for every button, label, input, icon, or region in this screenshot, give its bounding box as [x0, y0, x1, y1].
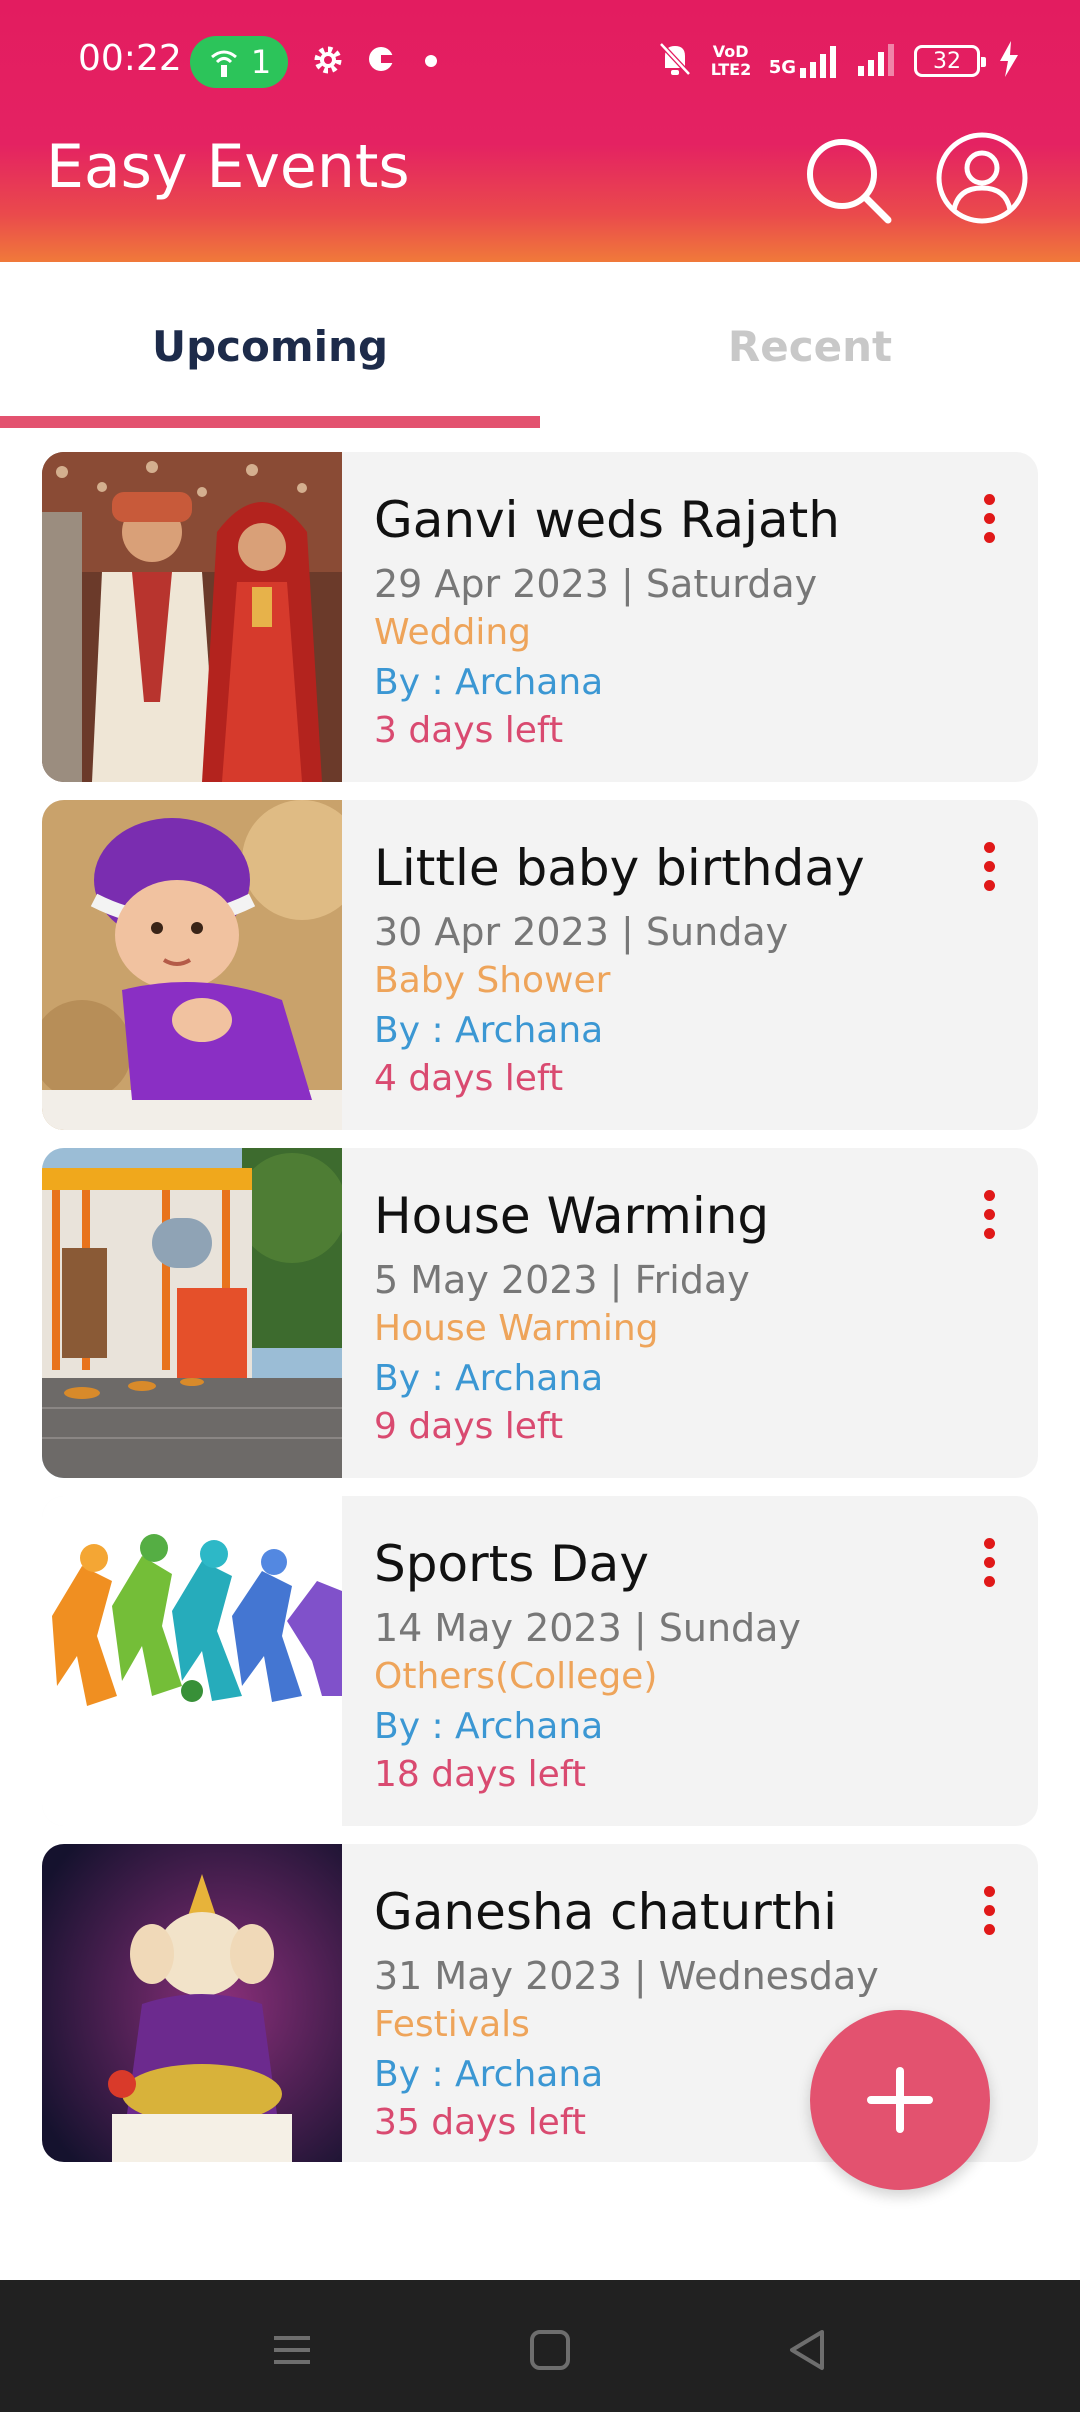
hotspot-indicator: 1: [190, 36, 288, 88]
dot-icon: [424, 54, 438, 68]
menu-button[interactable]: [262, 2320, 322, 2380]
app-header: 00:22 1 VoD LTE2 5G 32 Easy Events: [0, 0, 1080, 262]
event-image-sports: [42, 1496, 342, 1826]
event-type: Baby Shower: [374, 960, 611, 1001]
event-days-left: 9 days left: [374, 1406, 564, 1447]
event-info: Ganvi weds Rajath 29 Apr 2023 | Saturday…: [374, 488, 958, 754]
menu-icon: [274, 2336, 310, 2364]
signal-icon: [856, 42, 896, 80]
event-info: Little baby birthday 30 Apr 2023 | Sunda…: [374, 836, 958, 1102]
hotspot-count: 1: [250, 43, 272, 81]
event-card[interactable]: Sports Day 14 May 2023 | Sunday Others(C…: [42, 1496, 1038, 1826]
status-bar: 00:22 1 VoD LTE2 5G 32: [0, 0, 1080, 124]
more-options-icon[interactable]: [974, 494, 1004, 554]
event-card[interactable]: House Warming 5 May 2023 | Friday House …: [42, 1148, 1038, 1478]
event-date: 14 May 2023 | Sunday: [374, 1606, 801, 1650]
event-date: 5 May 2023 | Friday: [374, 1258, 750, 1302]
profile-button[interactable]: [934, 130, 1030, 226]
event-title: Sports Day: [374, 1535, 649, 1593]
event-organizer: By : Archana: [374, 1358, 604, 1399]
tab-bar: Upcoming Recent: [0, 262, 1080, 430]
status-time: 00:22: [78, 38, 182, 79]
search-button[interactable]: [800, 132, 896, 228]
event-title: Little baby birthday: [374, 839, 865, 897]
charging-icon: [998, 41, 1020, 81]
mute-icon: [657, 40, 693, 82]
home-button[interactable]: [520, 2320, 580, 2380]
more-options-icon[interactable]: [974, 842, 1004, 902]
event-title: Ganesha chaturthi: [374, 1883, 837, 1941]
hotspot-icon: [210, 50, 237, 77]
event-title: House Warming: [374, 1187, 770, 1245]
event-image-baby: [42, 800, 342, 1130]
event-card[interactable]: Ganvi weds Rajath 29 Apr 2023 | Saturday…: [42, 452, 1038, 782]
battery-icon: 32: [914, 45, 986, 77]
event-type: House Warming: [374, 1308, 659, 1349]
tab-recent[interactable]: Recent: [540, 262, 1080, 430]
event-image-house: [42, 1148, 342, 1478]
event-date: 29 Apr 2023 | Saturday: [374, 562, 818, 606]
tab-indicator: [0, 416, 540, 428]
gear-icon: [310, 42, 346, 78]
event-type: Others(College): [374, 1656, 658, 1697]
system-navigation-bar: [0, 2280, 1080, 2412]
more-options-icon[interactable]: [974, 1886, 1004, 1946]
event-days-left: 3 days left: [374, 710, 564, 751]
search-icon: [807, 139, 892, 224]
status-right-group: VoD LTE2 5G 32: [657, 40, 1020, 82]
event-type: Wedding: [374, 612, 532, 653]
more-options-icon[interactable]: [974, 1538, 1004, 1598]
add-event-button[interactable]: [810, 2010, 990, 2190]
event-days-left: 4 days left: [374, 1058, 564, 1099]
event-title: Ganvi weds Rajath: [374, 491, 840, 549]
event-info: House Warming 5 May 2023 | Friday House …: [374, 1184, 958, 1450]
event-image-wedding: [42, 452, 342, 782]
event-image-ganesha: [42, 1844, 342, 2162]
event-organizer: By : Archana: [374, 1010, 604, 1051]
plus-icon: [867, 2067, 933, 2133]
back-icon: [790, 2330, 824, 2370]
network-label: VoD LTE2: [710, 42, 752, 79]
event-organizer: By : Archana: [374, 1706, 604, 1747]
user-icon: [936, 132, 1028, 224]
signal-5g-icon: 5G: [769, 44, 838, 78]
app-title: Easy Events: [46, 132, 410, 202]
home-icon: [530, 2330, 570, 2370]
back-button[interactable]: [778, 2320, 838, 2380]
event-info: Sports Day 14 May 2023 | Sunday Others(C…: [374, 1532, 958, 1798]
more-options-icon[interactable]: [974, 1190, 1004, 1250]
event-days-left: 18 days left: [374, 1754, 586, 1795]
event-organizer: By : Archana: [374, 662, 604, 703]
event-date: 30 Apr 2023 | Sunday: [374, 910, 789, 954]
event-card[interactable]: Little baby birthday 30 Apr 2023 | Sunda…: [42, 800, 1038, 1130]
event-date: 31 May 2023 | Wednesday: [374, 1954, 879, 1998]
tab-upcoming[interactable]: Upcoming: [0, 262, 540, 430]
app-notification-icon: [364, 42, 398, 76]
